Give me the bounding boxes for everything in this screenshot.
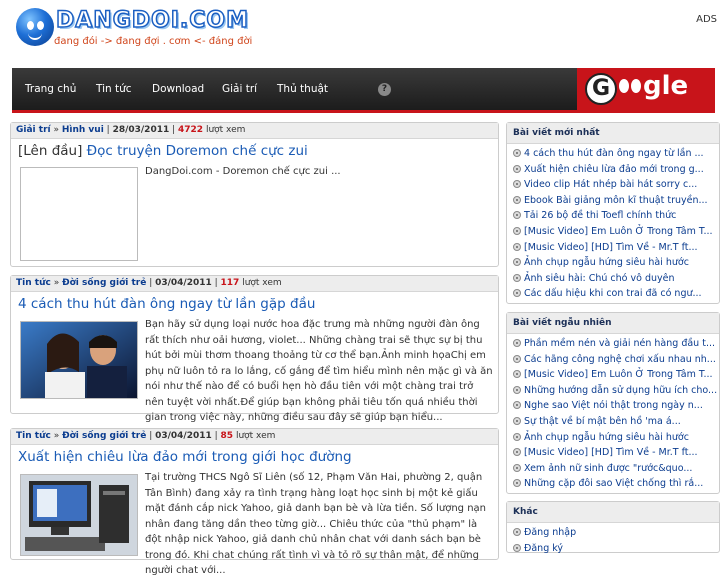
bullet-icon	[513, 401, 521, 410]
computer-photo-icon	[21, 475, 137, 555]
bullet-icon	[513, 258, 521, 267]
nav-item-download[interactable]: Download	[152, 83, 204, 95]
post-card: Tin tức » Đời sống giới trẻ | 03/04/2011…	[10, 428, 499, 576]
sidebar-heading: Bài viết mới nhất	[507, 123, 719, 144]
sidebar-random-posts: Bài viết ngẫu nhiên Phần mềm nén và giải…	[506, 312, 720, 494]
google-g-icon: G	[585, 73, 617, 105]
post-card: Tin tức » Đời sống giới trẻ | 03/04/2011…	[10, 275, 499, 423]
post-meta: Tin tức » Đời sống giới trẻ | 03/04/2011…	[11, 276, 498, 292]
bullet-icon	[513, 211, 521, 220]
sidebar-link[interactable]: [Music Video] Em Luôn Ở Trong Tâm T...	[513, 367, 719, 383]
main-nav: Trang chủ Tin tức Download Giải trí Thủ …	[12, 68, 715, 113]
sidebar-other: Khác Đăng nhập Đăng ký	[506, 501, 720, 554]
post-excerpt: Tại trường THCS Ngô Sĩ Liên (số 12, Phạm…	[145, 472, 487, 576]
bullet-icon	[513, 479, 521, 488]
post-meta: Giải trí » Hình vui | 28/03/2011 | 4722 …	[11, 123, 498, 139]
google-oo-icon	[619, 77, 643, 101]
bullet-icon	[513, 370, 521, 379]
bullet-icon	[513, 416, 521, 425]
bullet-icon	[513, 463, 521, 472]
site-header: DANGDOI.COM đang đói -> đang đợi . cơm <…	[0, 0, 727, 66]
post-title[interactable]: [Lên đầu] Đọc truyện Doremon chế cực zui	[11, 139, 498, 159]
sidebar-link[interactable]: Ảnh chụp ngẫu hứng siêu hài hước	[513, 430, 719, 446]
sidebar-link[interactable]: Xuất hiện chiêu lừa đảo mới trong g...	[513, 162, 719, 178]
sidebar-link[interactable]: Các hãng công nghệ chơi xấu nhau nh...	[513, 352, 719, 368]
post-subcategory-link[interactable]: Đời sống giới trẻ	[62, 431, 146, 441]
post-title[interactable]: Xuất hiện chiêu lừa đảo mới trong giới h…	[11, 445, 498, 465]
sidebar-link[interactable]: Phần mềm nén và giải nén hàng đầu t...	[513, 336, 719, 352]
post-thumbnail[interactable]	[20, 474, 138, 556]
bullet-icon	[513, 432, 521, 441]
post-thumbnail[interactable]	[20, 321, 138, 399]
bullet-icon	[513, 528, 521, 536]
sidebar-link[interactable]: Các dấu hiệu khi con trai đã có ngư...	[513, 286, 719, 302]
sidebar-link[interactable]: Tải 26 bộ đề thi Toefl chính thức	[513, 208, 719, 224]
couple-photo-icon	[21, 322, 137, 398]
register-link[interactable]: Đăng ký	[513, 541, 719, 557]
post-category-link[interactable]: Giải trí	[16, 125, 51, 135]
sidebar-link[interactable]: Ảnh chụp ngẫu hứng siêu hài hước	[513, 255, 719, 271]
post-date: 28/03/2011	[112, 125, 170, 135]
post-category-link[interactable]: Tin tức	[16, 431, 51, 441]
sidebar-heading: Bài viết ngẫu nhiên	[507, 313, 719, 334]
bullet-icon	[513, 354, 521, 363]
help-icon[interactable]: ?	[378, 83, 391, 96]
post-subcategory-link[interactable]: Đời sống giới trẻ	[62, 278, 146, 288]
post-views: 85	[220, 431, 234, 441]
post-date: 03/04/2011	[155, 278, 212, 288]
post-subcategory-link[interactable]: Hình vui	[62, 125, 104, 135]
post-excerpt: Bạn hãy sử dụng loại nước hoa đặc trưng …	[145, 319, 493, 423]
post-thumbnail[interactable]	[20, 167, 138, 261]
bullet-icon	[513, 149, 521, 157]
sidebar-heading: Khác	[507, 502, 719, 523]
post-category-link[interactable]: Tin tức	[16, 278, 51, 288]
bullet-icon	[513, 195, 521, 204]
site-logo[interactable]: DANGDOI.COM	[55, 7, 249, 34]
bullet-icon	[513, 289, 521, 298]
google-logo-text: gle	[643, 71, 689, 101]
sidebar-link[interactable]: Video clip Hát nhép bài hát sorry c...	[513, 177, 719, 193]
sidebar-link[interactable]: Những hướng dẫn sử dụng hữu ích cho...	[513, 383, 719, 399]
nav-item-news[interactable]: Tin tức	[96, 83, 132, 95]
bullet-icon	[513, 242, 521, 251]
logo-mascot-icon[interactable]	[16, 8, 54, 46]
sidebar-link[interactable]: Sự thật về bí mật bên hồ 'ma á...	[513, 414, 719, 430]
sidebar-link[interactable]: Ảnh siêu hài: Chú chó vô duyên	[513, 271, 719, 287]
nav-item-tips[interactable]: Thủ thuật	[277, 83, 328, 95]
sidebar-link[interactable]: Ebook Bài giảng môn kĩ thuật truyền...	[513, 193, 719, 209]
google-search-banner[interactable]: G gle	[577, 68, 715, 110]
sidebar-link[interactable]: Nghe sao Việt nói thật trong ngày n...	[513, 398, 719, 414]
bullet-icon	[513, 273, 521, 282]
site-tagline: đang đói -> đang đợi . cơm <- đáng đời	[54, 36, 253, 47]
sidebar-link[interactable]: [Music Video] [HD] Tìm Về - Mr.T ft...	[513, 445, 719, 461]
post-title[interactable]: 4 cách thu hút đàn ông ngay từ lần gặp đ…	[11, 292, 498, 312]
sidebar-link[interactable]: [Music Video] [HD] Tìm Về - Mr.T ft...	[513, 240, 719, 256]
post-excerpt: DangDoi.com - Doremon chế cực zui ...	[145, 166, 341, 177]
sidebar-link[interactable]: Xem ảnh nữ sinh được "rước&quo...	[513, 461, 719, 477]
post-views: 117	[220, 278, 240, 288]
sidebar-link[interactable]: [Music Video] Em Luôn Ở Trong Tâm T...	[513, 224, 719, 240]
ads-label: ADS	[696, 14, 717, 25]
bullet-icon	[513, 339, 521, 347]
sidebar-newest-posts: Bài viết mới nhất 4 cách thu hút đàn ông…	[506, 122, 720, 304]
nav-item-entertainment[interactable]: Giải trí	[222, 83, 257, 95]
post-meta: Tin tức » Đời sống giới trẻ | 03/04/2011…	[11, 429, 498, 445]
sidebar-link[interactable]: Những cặp đôi sao Việt chống thì rắ...	[513, 476, 719, 492]
post-card: Giải trí » Hình vui | 28/03/2011 | 4722 …	[10, 122, 499, 267]
login-link[interactable]: Đăng nhập	[513, 525, 719, 541]
post-views: 4722	[178, 125, 204, 135]
post-date: 03/04/2011	[155, 431, 212, 441]
bullet-icon	[513, 385, 521, 394]
bullet-icon	[513, 180, 521, 189]
bullet-icon	[513, 448, 521, 457]
sidebar-link[interactable]: 4 cách thu hút đàn ông ngay từ lần ...	[513, 146, 719, 162]
bullet-icon	[513, 164, 521, 173]
nav-item-home[interactable]: Trang chủ	[25, 83, 76, 95]
bullet-icon	[513, 226, 521, 235]
